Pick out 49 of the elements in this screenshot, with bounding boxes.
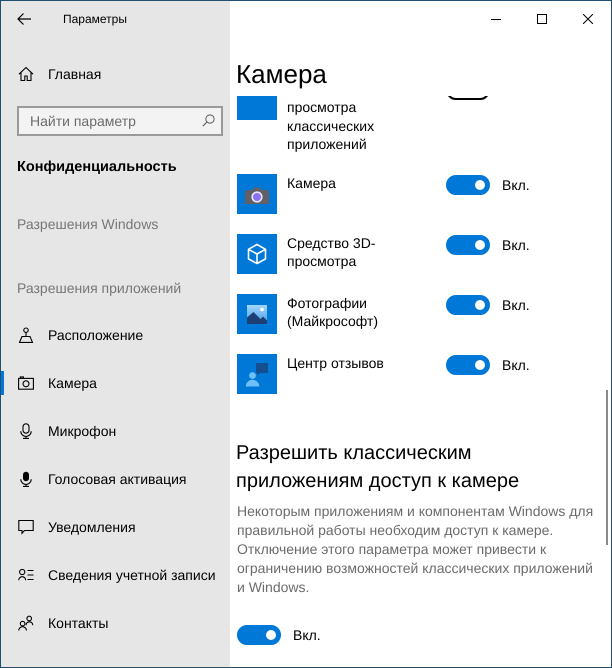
maximize-icon xyxy=(537,14,547,24)
search-icon xyxy=(202,114,215,127)
close-icon xyxy=(583,14,593,24)
window-title: Параметры xyxy=(63,12,127,26)
app-name: Камера xyxy=(287,174,337,192)
landscape-image-icon xyxy=(237,294,277,334)
description-text: Некоторым приложениям и компонентам Windows для правильной работы необходим доступ к камере. Отключение этого параметра может привести к ограничению возможностей классических приложений и Windows. xyxy=(237,502,594,596)
people-icon xyxy=(18,615,34,631)
section-heading: Разрешения приложений xyxy=(17,279,182,298)
app-name: Средство 3D-просмотра xyxy=(287,234,376,270)
section-title: Разрешить классическим приложениям доступ к камере xyxy=(236,440,520,494)
toggle-state-label: Вкл. xyxy=(293,626,321,642)
search-field[interactable]: Найти параметр xyxy=(17,106,223,136)
toggle-switch[interactable] xyxy=(446,234,490,254)
section-heading: Разрешения Windows xyxy=(17,215,158,234)
toggle-switch[interactable] xyxy=(446,174,490,194)
nav-item[interactable]: Голосовая активация xyxy=(1,455,230,503)
person-list-icon xyxy=(18,567,34,583)
nav-item[interactable]: Камера xyxy=(1,359,230,407)
app-name: Центр отзывов xyxy=(287,354,385,372)
home-icon xyxy=(18,66,34,82)
toggle-state-label: Вкл. xyxy=(502,236,530,252)
nav-item[interactable]: Расположение xyxy=(1,311,230,359)
page-title: Камера xyxy=(236,59,327,89)
toggle-state-label: Вкл. xyxy=(502,296,530,312)
camera-icon xyxy=(18,375,34,391)
microphone-icon xyxy=(18,471,34,487)
nav-item[interactable]: Уведомления xyxy=(1,503,230,551)
scrollbar-thumb[interactable] xyxy=(606,390,608,545)
person-speech-bubble-icon xyxy=(237,354,277,394)
speech-bubble-icon xyxy=(18,519,34,535)
nav-item[interactable]: Сведения учетной записи xyxy=(1,551,230,599)
toggle-switch[interactable] xyxy=(446,354,490,374)
toggle-switch[interactable] xyxy=(237,624,281,644)
toggle-state-label: Вкл. xyxy=(502,176,530,192)
category-title: Конфиденциальность xyxy=(17,158,177,177)
nav-item[interactable]: Микрофон xyxy=(1,407,230,455)
microphone-icon xyxy=(18,423,34,439)
cube-icon xyxy=(237,234,277,274)
app-name: Фотографии (Майкрософт) xyxy=(287,294,380,330)
app-name: просмотра классических приложений xyxy=(287,98,376,154)
toggle-switch[interactable] xyxy=(446,294,490,314)
location-icon xyxy=(18,327,34,343)
camera-icon xyxy=(237,174,277,214)
home-link[interactable]: Главная xyxy=(1,50,230,98)
back-arrow-icon xyxy=(17,12,31,24)
toggle-switch[interactable] xyxy=(446,96,490,100)
toggle-state-label: Вкл. xyxy=(502,356,530,372)
nav-item[interactable]: Контакты xyxy=(1,599,230,647)
